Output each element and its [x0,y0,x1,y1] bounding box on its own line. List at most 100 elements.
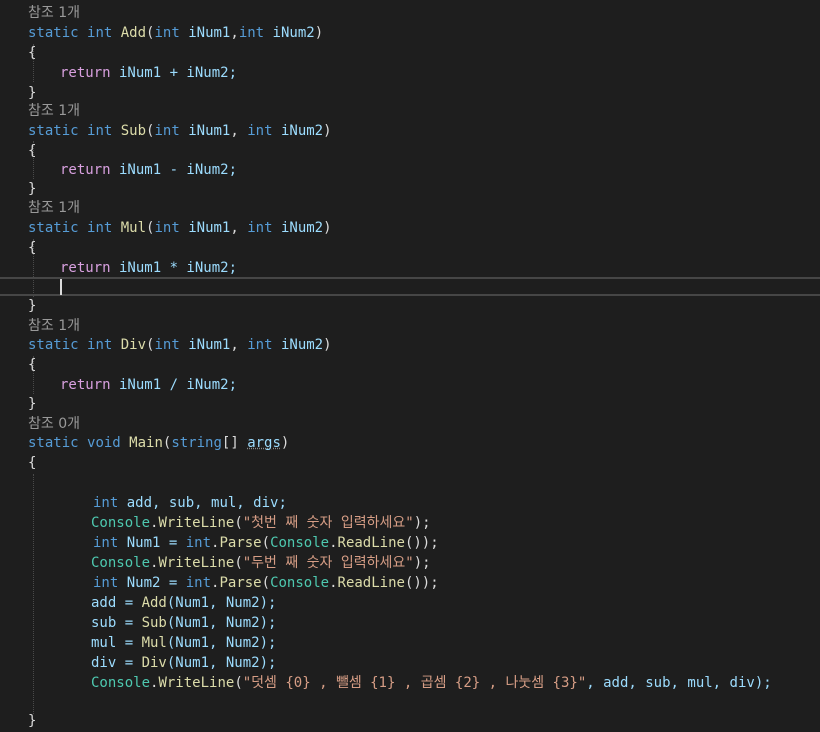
text-caret [60,279,62,295]
keyword: int [154,123,180,139]
variable-list: add, sub, mul, div; [118,495,287,511]
brace: } [28,298,37,314]
separator: , [230,220,248,236]
declaration: Num2 = [118,575,186,591]
reference-count-mul[interactable]: 참조 1개 [28,198,80,218]
keyword: static [28,337,79,353]
declaration: Num1 = [118,535,186,551]
method-name-div: Div [120,337,147,353]
call-mul: Mul [141,635,167,651]
method-name-mul: Mul [120,220,147,236]
separator: , [230,25,239,41]
keyword-return: return [60,377,111,393]
call-args: , add, sub, mul, div); [586,675,772,691]
keyword: int [87,337,113,353]
reference-count-add[interactable]: 참조 1개 [28,3,80,23]
code-line: Console.WriteLine("두번 째 숫자 입력하세요"); [91,555,431,571]
call-div: Div [141,655,167,671]
code-line: int add, sub, mul, div; [0,493,820,513]
keyword: string [171,435,222,451]
keyword: int [238,25,265,41]
expression: iNum1 + iNum2; [110,65,238,81]
param: iNum2 [280,220,324,236]
keyword: int [87,220,113,236]
code-line: return iNum1 / iNum2; [0,375,820,395]
code-line: static int Sub(int iNum1, int iNum2) [28,123,332,139]
type-console: Console [91,515,151,531]
param: iNum2 [280,123,324,139]
code-line: sub = Sub(Num1, Num2); [0,613,820,633]
method-name-main: Main [129,435,163,451]
brace: { [28,357,37,373]
keyword: int [154,25,180,41]
keyword: int [93,575,119,591]
code-line: Console.WriteLine("첫번 째 숫자 입력하세요"); [91,515,431,531]
keyword: int [247,123,273,139]
assignment: add = [91,595,142,611]
method-writeline: WriteLine [158,675,235,691]
method-name-add: Add [120,25,147,41]
keyword: int [87,123,113,139]
code-line: static int Mul(int iNum1, int iNum2) [28,220,332,236]
call-sub: Sub [141,615,167,631]
expression: iNum1 / iNum2; [110,377,238,393]
type-console: Console [91,555,151,571]
call-add: Add [141,595,167,611]
call-args: (Num1, Num2); [166,655,277,671]
keyword: void [87,435,121,451]
expression: iNum1 - iNum2; [110,162,238,178]
string-literal: "첫번 째 숫자 입력하세요" [242,515,414,531]
expression: iNum1 * iNum2; [110,260,238,276]
param-args: args [247,435,281,451]
method-readline: ReadLine [337,535,405,551]
separator: , [230,337,248,353]
assignment: mul = [91,635,142,651]
method-writeline: WriteLine [158,555,235,571]
param: iNum1 [188,123,231,139]
method-name-sub: Sub [120,123,147,139]
code-line: int Num2 = int.Parse(Console.ReadLine())… [93,575,439,591]
type-console: Console [91,675,151,691]
call-args: (Num1, Num2); [166,615,277,631]
param: iNum1 [188,220,231,236]
code-line: static int Div(int iNum1, int iNum2) [28,337,332,353]
keyword: static [28,25,79,41]
call-args: (Num1, Num2); [166,595,277,611]
string-literal: "덧셈 {0} , 뺄셈 {1} , 곱셈 {2} , 나눗셈 {3}" [242,675,587,691]
code-editor[interactable]: 참조 1개 static int Add(int iNum1,int iNum2… [0,0,820,732]
keyword: int [154,337,180,353]
code-line: int Num1 = int.Parse(Console.ReadLine())… [93,535,439,551]
code-line: mul = Mul(Num1, Num2); [0,633,820,653]
code-line: static void Main(string[] args) [28,435,290,451]
code-line: return iNum1 - iNum2; [0,160,820,180]
code-line: add = Add(Num1, Num2); [0,593,820,613]
reference-count-div[interactable]: 참조 1개 [28,316,80,336]
keyword: int [93,495,119,511]
type-console: Console [270,575,330,591]
brackets: [] [221,435,248,451]
separator: , [230,123,248,139]
brace: { [28,240,37,256]
code-line: return iNum1 * iNum2; [0,258,820,278]
param: iNum1 [188,337,231,353]
assignment: div = [91,655,142,671]
code-line: div = Div(Num1, Num2); [0,653,820,673]
method-writeline: WriteLine [158,515,235,531]
brace: } [28,181,37,197]
method-parse: Parse [219,575,262,591]
param: iNum1 [188,25,231,41]
keyword-return: return [60,65,111,81]
keyword: static [28,435,79,451]
brace: { [28,45,37,61]
keyword-return: return [60,260,111,276]
code-line: Console.WriteLine("덧셈 {0} , 뺄셈 {1} , 곱셈 … [91,675,772,691]
keyword: int [247,220,273,236]
code-line: static int Add(int iNum1,int iNum2) [28,25,324,41]
call-args: (Num1, Num2); [166,635,277,651]
reference-count-main[interactable]: 참조 0개 [28,414,80,434]
param: iNum2 [280,337,324,353]
keyword: int [154,220,180,236]
reference-count-sub[interactable]: 참조 1개 [28,101,80,121]
keyword: int [93,535,119,551]
keyword: int [185,575,212,591]
